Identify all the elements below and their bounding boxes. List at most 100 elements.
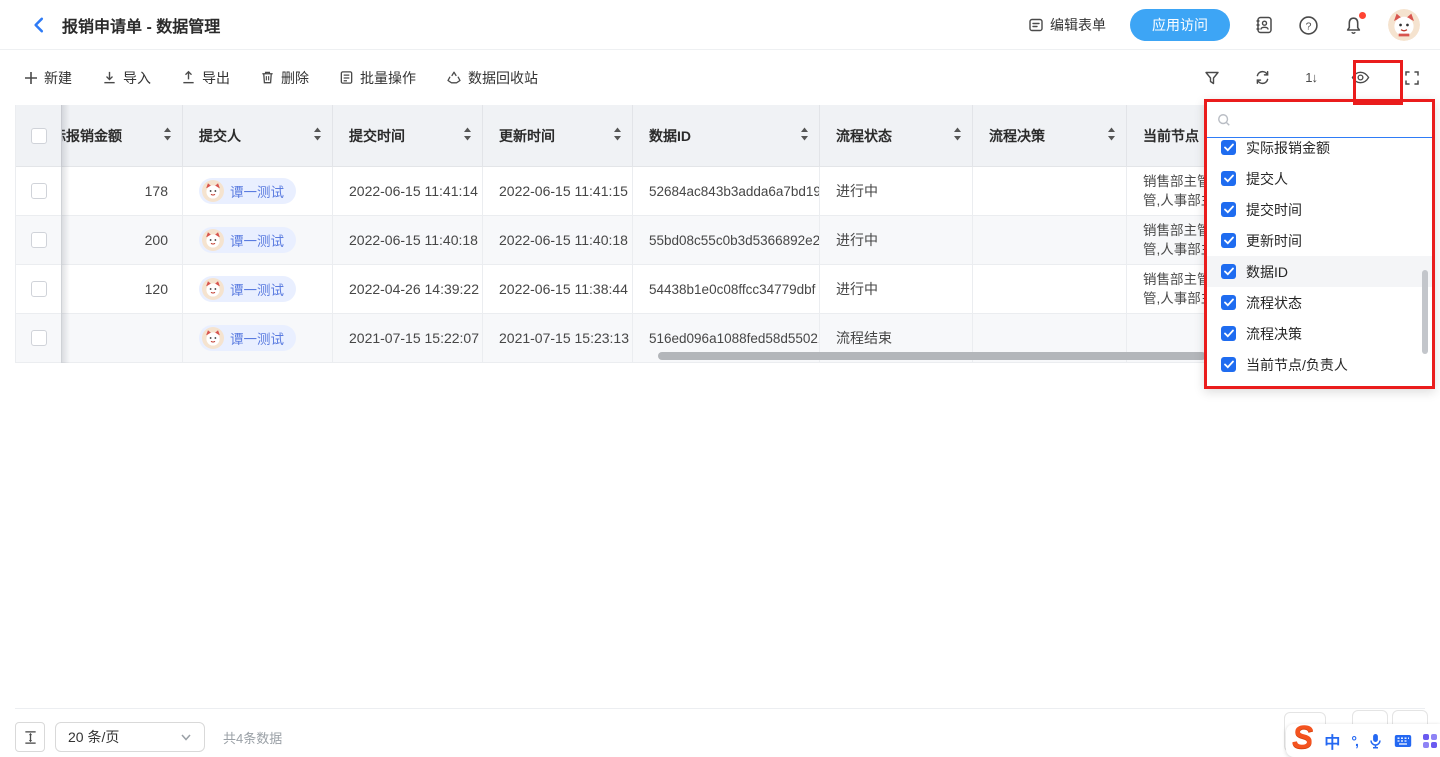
submitter-pill[interactable]: 谭一测试 (199, 276, 296, 302)
data-id-cell: 55bd08c55c0b3d5366892e27 (633, 216, 820, 264)
row-select-cell (16, 167, 62, 215)
column-label: 提交时间 (349, 126, 405, 146)
svg-text:?: ? (1306, 20, 1312, 32)
batch-operations-button[interactable]: 批量操作 (339, 68, 416, 88)
ime-punctuation-toggle[interactable]: °, (1351, 733, 1357, 749)
flow-decision-cell (973, 265, 1127, 313)
checkbox-checked-icon[interactable] (1221, 326, 1236, 341)
row-height-icon (23, 730, 38, 745)
chevron-down-icon (180, 731, 192, 743)
flow-status-cell: 进行中 (820, 265, 973, 313)
sort-icon[interactable] (163, 127, 172, 144)
submitter-pill[interactable]: 谭一测试 (199, 227, 296, 253)
refresh-button[interactable] (1254, 69, 1271, 86)
eye-icon (1351, 70, 1370, 85)
flow-status-cell: 进行中 (820, 167, 973, 215)
column-option-label: 流程决策 (1246, 324, 1302, 344)
row-checkbox[interactable] (31, 232, 47, 248)
cat-avatar-icon (202, 229, 224, 251)
column-header-flow-status[interactable]: 流程状态 (820, 105, 973, 166)
column-search-input[interactable] (1239, 112, 1422, 128)
new-button[interactable]: 新建 (24, 68, 72, 88)
sort-icon[interactable] (953, 127, 962, 144)
delete-button[interactable]: 删除 (260, 68, 309, 88)
row-checkbox[interactable] (31, 183, 47, 199)
checkbox-checked-icon[interactable] (1221, 202, 1236, 217)
toolbar-view-controls: 1↓ (1204, 50, 1420, 105)
column-header-flow-decision[interactable]: 流程决策 (973, 105, 1127, 166)
row-select-cell (16, 216, 62, 264)
sort-icon[interactable] (613, 127, 622, 144)
column-option[interactable]: 流程决策 (1207, 318, 1432, 349)
column-visibility-panel: 实际报销金额 提交人 提交时间 更新时间 数据ID 流程状态 流程决策 当前节 (1204, 99, 1435, 389)
submit-time-cell: 2021-07-15 15:22:07 (333, 314, 483, 362)
fullscreen-button[interactable] (1404, 70, 1420, 86)
keyboard-icon (1394, 734, 1412, 748)
column-header-update-time[interactable]: 更新时间 (483, 105, 633, 166)
column-option[interactable]: 提交人 (1207, 163, 1432, 194)
filter-button[interactable] (1204, 70, 1220, 86)
sort-icon[interactable] (463, 127, 472, 144)
user-avatar[interactable] (1388, 9, 1420, 41)
column-header-amount[interactable]: 实际报销金额 (62, 105, 183, 166)
ime-language-toggle[interactable]: 中 (1324, 729, 1340, 753)
column-option[interactable]: 更新时间 (1207, 225, 1432, 256)
sort-order-button[interactable]: 1↓ (1305, 70, 1317, 85)
submit-time-cell: 2022-06-15 11:40:18 (333, 216, 483, 264)
ime-mic-button[interactable] (1368, 733, 1383, 749)
submitter-pill[interactable]: 谭一测试 (199, 325, 296, 351)
column-visibility-button[interactable] (1351, 70, 1370, 85)
select-all-cell (16, 105, 62, 166)
sort-order-icon: 1↓ (1305, 70, 1317, 85)
back-button[interactable] (30, 16, 48, 34)
column-label: 提交人 (199, 126, 241, 146)
column-option[interactable]: 流程状态 (1207, 287, 1432, 318)
submitter-pill[interactable]: 谭一测试 (199, 178, 296, 204)
export-label: 导出 (202, 68, 230, 88)
checkbox-checked-icon[interactable] (1221, 140, 1236, 155)
checkbox-checked-icon[interactable] (1221, 264, 1236, 279)
batch-document-icon (339, 70, 354, 85)
column-header-submit-time[interactable]: 提交时间 (333, 105, 483, 166)
data-id-cell: 54438b1e0c08ffcc34779dbf (633, 265, 820, 313)
notifications-button[interactable] (1343, 15, 1364, 36)
id-card-icon (1254, 15, 1274, 35)
checkbox-checked-icon[interactable] (1221, 233, 1236, 248)
recycle-icon (446, 70, 462, 86)
contacts-button[interactable] (1254, 15, 1274, 35)
sogou-logo-icon[interactable]: S (1292, 723, 1313, 751)
column-list: 实际报销金额 提交人 提交时间 更新时间 数据ID 流程状态 流程决策 当前节 (1207, 132, 1432, 380)
export-icon (181, 70, 196, 85)
column-option-label: 流程状态 (1246, 293, 1302, 313)
sort-icon[interactable] (313, 127, 322, 144)
amount-cell: 200 (62, 216, 183, 264)
checkbox-checked-icon[interactable] (1221, 171, 1236, 186)
export-button[interactable]: 导出 (181, 68, 230, 88)
ime-keyboard-button[interactable] (1394, 734, 1412, 748)
column-option[interactable]: 数据ID (1207, 256, 1432, 287)
checkbox-checked-icon[interactable] (1221, 357, 1236, 372)
select-all-checkbox[interactable] (31, 128, 47, 144)
sort-icon[interactable] (1107, 127, 1116, 144)
submit-time-cell: 2022-04-26 14:39:22 (333, 265, 483, 313)
row-height-button[interactable] (15, 722, 45, 752)
search-icon (1217, 113, 1231, 127)
help-button[interactable]: ? (1298, 15, 1319, 36)
panel-scrollbar[interactable] (1422, 270, 1428, 354)
column-header-data-id[interactable]: 数据ID (633, 105, 820, 166)
column-header-submitter[interactable]: 提交人 (183, 105, 333, 166)
row-checkbox[interactable] (31, 281, 47, 297)
column-option[interactable]: 提交时间 (1207, 194, 1432, 225)
sort-icon[interactable] (800, 127, 809, 144)
page-size-select[interactable]: 20 条/页 (55, 722, 205, 752)
column-option[interactable]: 当前节点/负责人 (1207, 349, 1432, 380)
recycle-bin-button[interactable]: 数据回收站 (446, 68, 538, 88)
row-checkbox[interactable] (31, 330, 47, 346)
app-access-button[interactable]: 应用访问 (1130, 9, 1230, 41)
horizontal-scrollbar[interactable] (658, 352, 1206, 360)
checkbox-checked-icon[interactable] (1221, 295, 1236, 310)
edit-form-button[interactable]: 编辑表单 (1028, 15, 1106, 35)
ime-apps-grid-icon[interactable] (1423, 734, 1437, 748)
column-option-label: 提交时间 (1246, 200, 1302, 220)
import-button[interactable]: 导入 (102, 68, 151, 88)
